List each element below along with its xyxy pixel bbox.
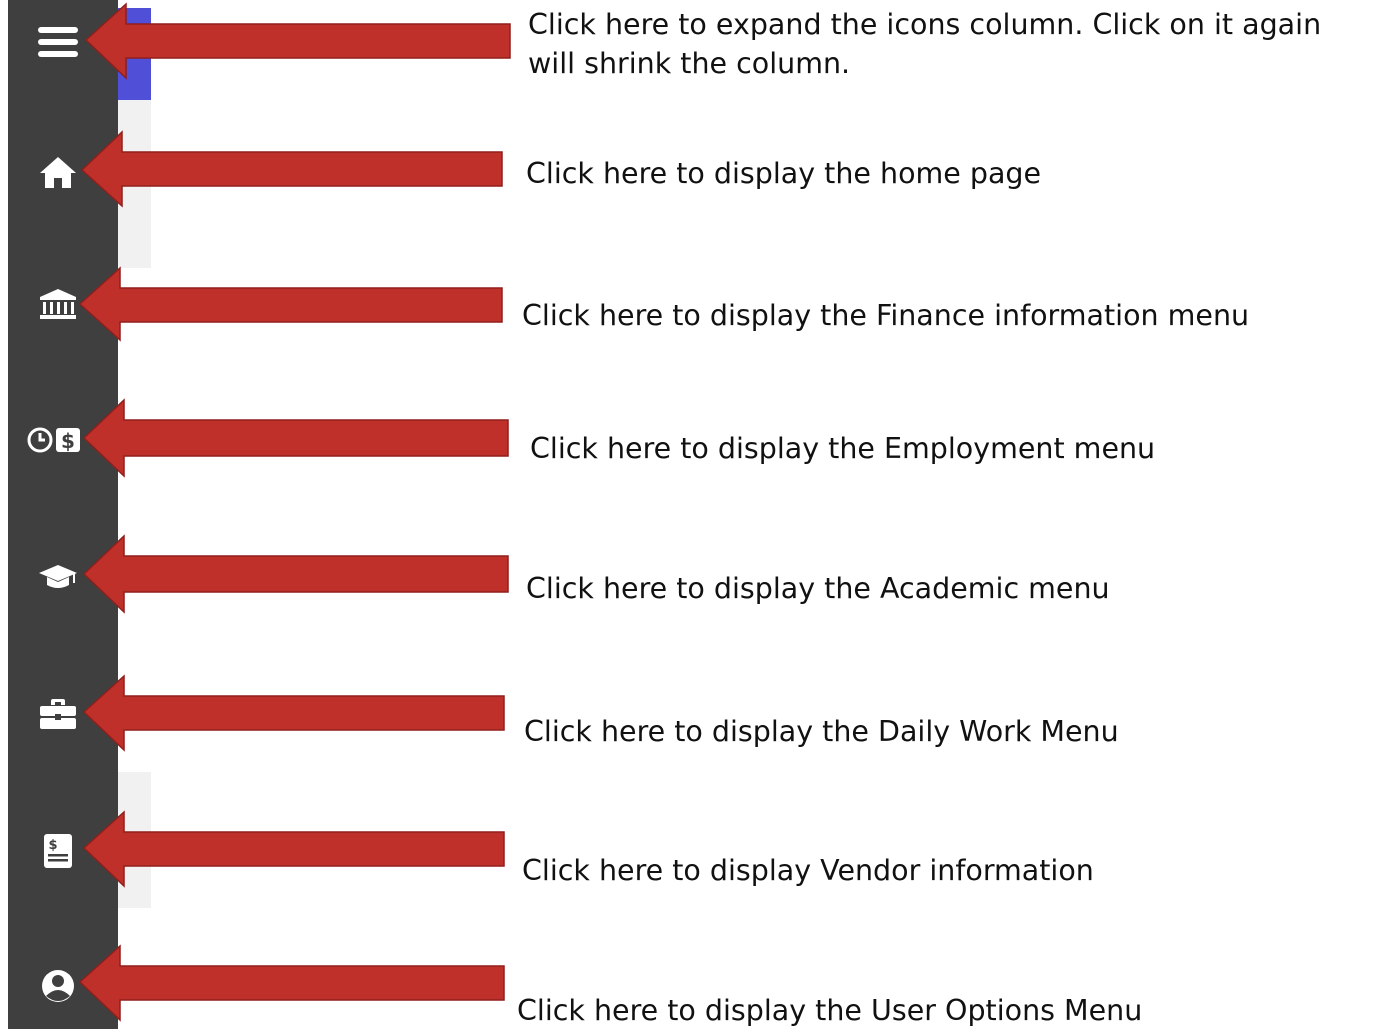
annotation-arrow-home [80,130,503,210]
annotation-text-academic: Click here to display the Academic menu [526,572,1110,605]
hamburger-menu-icon [38,27,78,57]
annotation-text-daily-work: Click here to display the Daily Work Men… [524,715,1119,748]
clock-dollar-icon: $ [27,427,80,453]
annotation-text-user-options: Click here to display the User Options M… [517,994,1143,1027]
svg-text:$: $ [61,429,75,453]
annotation-text-employment: Click here to display the Employment men… [530,432,1156,465]
annotation-text-finance: Click here to display the Finance inform… [522,299,1250,332]
sidebar-item-menu[interactable] [22,14,94,70]
annotated-screenshot: $ $ Click here to expand the icons colum… [0,0,1378,1029]
svg-text:$: $ [48,838,57,853]
annotation-arrow-finance [78,266,503,346]
home-icon [40,157,76,188]
annotation-arrow-menu [84,2,511,82]
annotation-text-menu: Click here to expand the icons column. C… [528,8,1322,80]
invoice-icon: $ [44,834,72,868]
annotation-text-home: Click here to display the home page [526,157,1042,190]
briefcase-icon [40,699,76,729]
annotation-arrow-daily-work [82,674,505,756]
annotation-arrow-employment [82,398,509,480]
annotation-arrow-vendor [82,810,505,892]
annotation-arrow-academic [82,534,509,616]
annotation-text-vendor: Click here to display Vendor information [522,854,1094,887]
user-circle-icon [42,970,74,1002]
graduation-cap-icon [39,565,77,588]
bank-icon [40,289,76,319]
annotation-arrow-user-options [78,944,505,1026]
